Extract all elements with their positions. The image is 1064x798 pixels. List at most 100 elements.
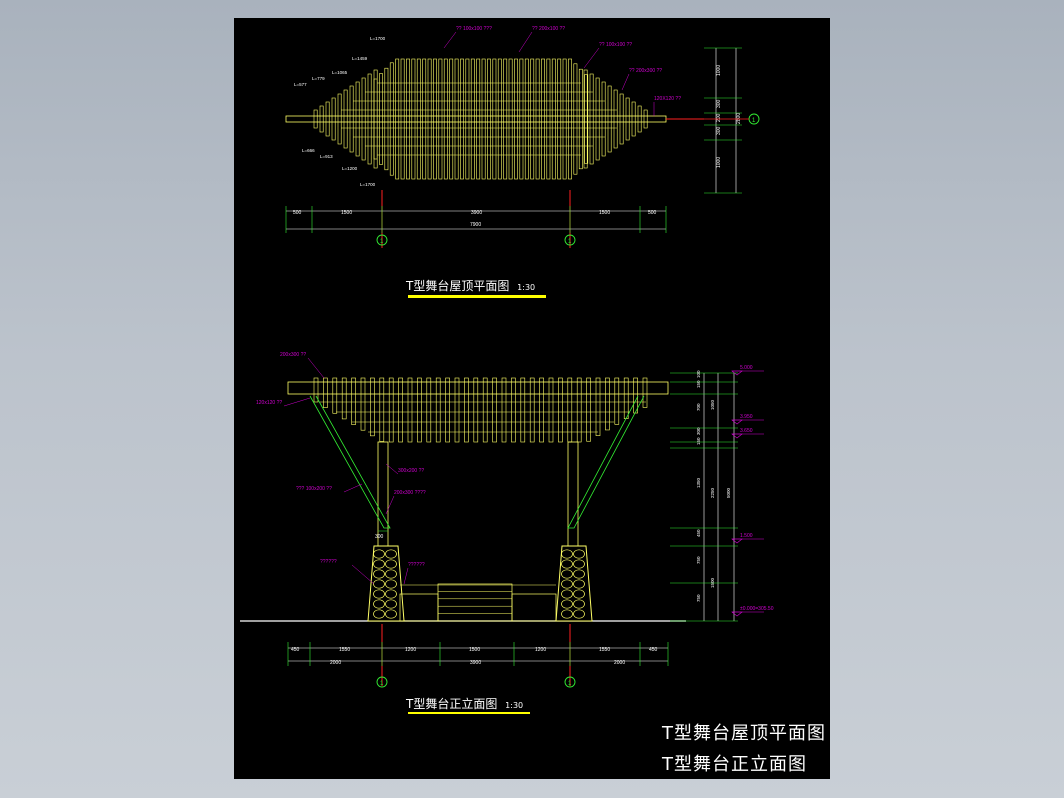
stage-center	[437, 583, 513, 622]
plan-rafter	[465, 58, 470, 180]
roof-plan-view: 500 1500 3900 1500 500 7900 1 1 1000 300 200 300 100…	[285, 26, 760, 248]
plan-slat-left	[331, 97, 336, 141]
plan-slat-right	[607, 85, 612, 153]
plan-label-top: ?? 200x100 ??	[532, 26, 565, 32]
plan-length-label: L=1459	[352, 56, 368, 61]
elevation-rafter	[511, 377, 516, 443]
elevation-rafter	[417, 377, 422, 443]
stage-step-left	[399, 593, 439, 622]
plan-title-scale: 1:30	[517, 283, 536, 292]
plan-dim-right-total: 2800	[736, 113, 742, 124]
elevation-rafter	[567, 377, 573, 443]
leader	[621, 73, 630, 91]
cad-drawing: 500 1500 3900 1500 500 7900 1 1 1000 300 200 300 100…	[240, 26, 774, 688]
plan-rafter	[454, 58, 459, 180]
elevation-rafter	[323, 377, 328, 408]
plan-label-top: 120X120 ??	[654, 96, 681, 102]
elevation-dim-bottom: 450	[649, 647, 658, 653]
elevation-dim-bottom: 1200	[535, 647, 546, 653]
plan-rafter	[578, 68, 583, 170]
elevation-dim-right-inner: 750	[696, 556, 701, 564]
plan-title-underline	[408, 295, 546, 298]
plan-rafter	[573, 63, 578, 175]
axis-bubble-label: 1	[380, 681, 384, 687]
elevation-rafter	[398, 377, 403, 443]
plan-rafter	[373, 78, 378, 160]
plan-slat-left	[343, 89, 348, 149]
plan-rafter	[379, 73, 383, 165]
post-right	[567, 441, 579, 547]
elevation-dim-bottom2: 3900	[470, 660, 481, 666]
elevation-dim-bottom: 1200	[405, 647, 416, 653]
level-marker	[731, 611, 743, 617]
plan-dim-bottom: 500	[293, 210, 302, 216]
plan-slat-right	[625, 97, 630, 141]
elevation-dim-right-outer: 1050	[710, 399, 715, 410]
plan-dim-right: 300	[716, 99, 722, 108]
post-left	[377, 441, 389, 547]
elevation-rafter	[435, 377, 441, 443]
elevation-dim-right-inner: 1350	[696, 477, 701, 488]
elevation-rafter	[370, 377, 375, 437]
elevation-title-underline	[408, 712, 530, 714]
plan-slat-right	[643, 109, 648, 129]
plan-rafter	[519, 58, 524, 180]
elevation-rafter	[341, 377, 347, 420]
elevation-label: ??? 100x200 ??	[296, 486, 332, 492]
leader	[583, 47, 600, 69]
plan-rafter	[487, 58, 491, 180]
axis-bubble-label: 1	[752, 118, 756, 124]
plan-title-text: T型舞台屋顶平面图	[406, 279, 510, 293]
plan-rafter	[422, 58, 427, 180]
elevation-label: 120x120 ??	[256, 400, 282, 406]
leader	[385, 495, 395, 515]
elevation-rafter	[520, 377, 526, 443]
leader	[351, 564, 375, 585]
plan-dim-right: 1000	[716, 65, 722, 76]
plan-rafter	[524, 58, 529, 180]
elevation-rafter	[576, 377, 582, 443]
sheet-title-2: T型舞台正立面图	[662, 754, 807, 775]
plan-rafter	[492, 58, 497, 180]
plan-rafter	[406, 58, 410, 180]
elevation-rafter	[388, 377, 394, 443]
plan-rafter	[395, 58, 400, 180]
plan-length-label: L=666	[302, 148, 315, 153]
plan-rafter	[497, 58, 502, 180]
plan-rafter	[551, 58, 556, 180]
main-beam	[285, 115, 667, 123]
plan-rafter	[503, 58, 508, 180]
elevation-rafter	[539, 377, 544, 443]
elevation-dim-right-total: 5000	[726, 487, 731, 498]
plan-slat-left	[355, 81, 360, 157]
elevation-dim-right-inner: 150	[696, 380, 701, 388]
elevation-dim-right-inner: 450	[696, 529, 701, 537]
plan-rafter	[411, 58, 416, 180]
elevation-rafter	[360, 377, 366, 431]
elevation-rafter	[426, 377, 432, 443]
plan-length-label: L=1200	[342, 166, 358, 171]
elevation-rafter	[332, 377, 338, 414]
elevation-rafter	[464, 377, 469, 443]
plan-label-top: ?? 100x100 ??	[599, 42, 632, 48]
plan-dim-right: 1000	[716, 157, 722, 168]
elevation-dim-right-inner: 750	[696, 594, 701, 602]
elevation-rafter	[473, 377, 479, 443]
plan-slat-left	[361, 77, 366, 161]
brace-right	[567, 395, 645, 529]
elevation-title-scale: 1:30	[505, 701, 524, 710]
axis-bubble-label: 1	[380, 239, 384, 245]
elevation-rafter	[445, 377, 450, 443]
plan-label-top: ?? 200x300 ??	[629, 68, 662, 74]
plan-rafter	[546, 58, 551, 180]
level-marker	[731, 419, 743, 425]
level-label: 3.950	[740, 414, 753, 420]
elevation-dim-right-inner: 150	[696, 437, 701, 445]
plan-slat-left	[313, 109, 318, 129]
elevation-dim-bottom: 450	[291, 647, 300, 653]
elevation-title: T型舞台正立面图 1:30	[406, 695, 523, 712]
plan-dim-right: 300	[716, 126, 722, 135]
plan-length-label: L=577	[294, 82, 307, 87]
plan-rafter	[541, 58, 545, 180]
plan-rafter	[476, 58, 481, 180]
